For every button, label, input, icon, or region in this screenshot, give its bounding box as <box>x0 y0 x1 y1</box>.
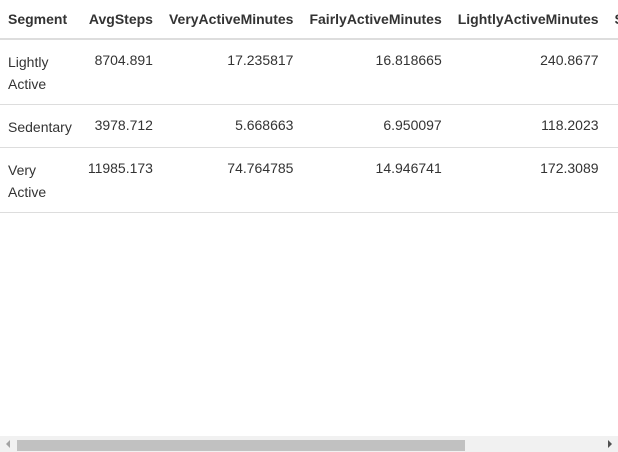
column-header-veryactiveminutes[interactable]: VeryActiveMinutes <box>160 0 302 40</box>
cell-lightlyactiveminutes: 172.3089 <box>449 147 607 213</box>
horizontal-scrollbar[interactable] <box>0 436 618 452</box>
table-viewport[interactable]: Segment AvgSteps VeryActiveMinutes Fairl… <box>0 0 618 436</box>
scroll-left-button[interactable] <box>0 436 16 452</box>
chevron-right-icon <box>608 440 612 448</box>
chevron-left-icon <box>6 440 10 448</box>
scroll-right-button[interactable] <box>602 436 618 452</box>
header-row: Segment AvgSteps VeryActiveMinutes Fairl… <box>0 0 618 40</box>
cell-avgsteps: 11985.173 <box>79 147 161 213</box>
table-row: Very Active 11985.173 74.764785 14.94674… <box>0 147 618 213</box>
cell-segment: Lightly Active <box>0 39 80 105</box>
column-header-segment[interactable]: Segment <box>0 0 80 40</box>
column-header-lightlyactiveminutes[interactable]: LightlyActiveMinutes <box>449 0 607 40</box>
cell-veryactiveminutes: 74.764785 <box>160 147 302 213</box>
data-table: Segment AvgSteps VeryActiveMinutes Fairl… <box>0 0 618 213</box>
cell-partial <box>606 39 618 105</box>
cell-fairlyactiveminutes: 6.950097 <box>301 104 450 148</box>
cell-lightlyactiveminutes: 118.2023 <box>449 104 607 148</box>
cell-segment: Sedentary <box>0 104 80 148</box>
cell-partial <box>606 147 618 213</box>
column-header-fairlyactiveminutes[interactable]: FairlyActiveMinutes <box>301 0 450 40</box>
cell-partial <box>606 104 618 148</box>
column-header-avgsteps[interactable]: AvgSteps <box>79 0 161 40</box>
scrollbar-thumb[interactable] <box>17 440 465 451</box>
cell-fairlyactiveminutes: 16.818665 <box>301 39 450 105</box>
table-row: Sedentary 3978.712 5.668663 6.950097 118… <box>0 104 618 148</box>
cell-segment: Very Active <box>0 147 80 213</box>
cell-avgsteps: 3978.712 <box>79 104 161 148</box>
cell-fairlyactiveminutes: 14.946741 <box>301 147 450 213</box>
cell-veryactiveminutes: 17.235817 <box>160 39 302 105</box>
cell-avgsteps: 8704.891 <box>79 39 161 105</box>
cell-lightlyactiveminutes: 240.8677 <box>449 39 607 105</box>
table-row: Lightly Active 8704.891 17.235817 16.818… <box>0 39 618 105</box>
column-header-partial[interactable]: S <box>606 0 618 40</box>
cell-veryactiveminutes: 5.668663 <box>160 104 302 148</box>
